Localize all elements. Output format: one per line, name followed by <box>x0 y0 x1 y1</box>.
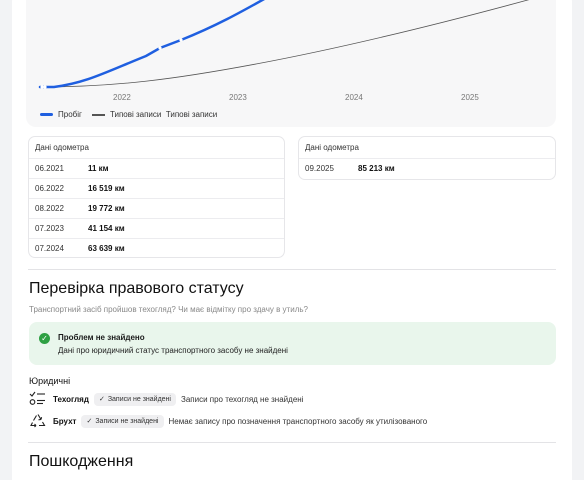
recycle-icon <box>30 414 46 428</box>
legend-item-mileage[interactable]: Пробіг <box>40 110 82 119</box>
odometer-row: 06.2022 16 519 км <box>29 178 284 198</box>
odometer-card-left: Дані одометра 06.2021 11 км 06.2022 16 519 … <box>28 136 285 258</box>
odometer-value: 16 519 км <box>88 184 125 193</box>
x-tick-label: 2023 <box>229 93 247 102</box>
legend-swatch-typical <box>91 113 105 116</box>
odometer-card-right: Дані одометра 09.2025 85 213 км <box>298 136 556 180</box>
odometer-header: Дані одометра <box>35 143 89 152</box>
x-tick-label: 2025 <box>461 93 479 102</box>
status-badge: ✓ Записи не знайдені <box>93 392 176 406</box>
mileage-point <box>158 46 162 50</box>
legal-item-description: Записи про техогляд не знайдені <box>180 394 304 404</box>
check-icon: ✓ <box>86 417 93 425</box>
odometer-row: 06.2021 11 км <box>29 158 284 178</box>
section-divider <box>28 442 556 443</box>
odometer-date: 06.2022 <box>35 184 64 193</box>
odometer-rows: 09.2025 85 213 км <box>299 158 555 178</box>
odometer-date: 07.2023 <box>35 224 64 233</box>
odometer-date: 09.2025 <box>305 164 334 173</box>
odometer-value: 85 213 км <box>358 164 395 173</box>
odometer-value: 19 772 км <box>88 204 125 213</box>
legal-item-name: Техогляд <box>53 394 89 404</box>
odometer-row: 07.2024 63 639 км <box>29 238 284 258</box>
odometer-rows: 06.2021 11 км 06.2022 16 519 км 08.2022 19 77… <box>29 158 284 258</box>
check-icon: ✓ <box>98 395 105 403</box>
odometer-date: 06.2021 <box>35 164 64 173</box>
mileage-point <box>43 85 47 89</box>
alert-text: Дані про юридичний статус транспортного … <box>58 346 288 355</box>
mileage-line <box>38 0 265 89</box>
odometer-header: Дані одометра <box>305 143 359 152</box>
legend-swatch-mileage <box>40 113 53 116</box>
check-circle-icon: ✓ <box>39 333 50 344</box>
legend-label-typical-2: Типові записи <box>165 110 218 119</box>
status-badge: ✓ Записи не знайдені <box>81 414 164 428</box>
odometer-date: 08.2022 <box>35 204 64 213</box>
page: 2022 2023 2024 2025 Пробіг Типові записи… <box>0 0 584 480</box>
x-tick-label: 2024 <box>345 93 363 102</box>
legal-status-title: Перевірка правового статусу <box>29 280 244 297</box>
odometer-value: 11 км <box>88 164 109 173</box>
legal-item-description: Немає запису про позначення транспортног… <box>168 416 428 426</box>
alert-title: Проблем не знайдено <box>58 333 145 342</box>
legend-label-typical: Типові записи <box>109 110 162 119</box>
checklist-icon <box>29 391 45 405</box>
legal-status-subtitle: Транспортний засіб пройшов техогляд? Чи … <box>29 305 308 314</box>
legend-item-typical[interactable]: Типові записи Типові записи <box>91 110 218 119</box>
legal-section-label: Юридичні <box>29 376 71 386</box>
x-tick-label: 2022 <box>113 93 131 102</box>
odometer-value: 63 639 км <box>88 244 125 253</box>
legal-item-inspection: Техогляд ✓ Записи не знайдені Записи про … <box>29 391 303 407</box>
chart-svg: 2022 2023 2024 2025 <box>38 0 530 102</box>
odometer-date: 07.2024 <box>35 244 64 253</box>
odometer-row: 09.2025 85 213 км <box>299 158 555 178</box>
typical-records-line <box>39 0 530 88</box>
status-badge-label: Записи не знайдені <box>95 417 159 425</box>
odometer-value: 41 154 км <box>88 224 125 233</box>
legal-item-scrap: Брухт ✓ Записи не знайдені Немає запису п… <box>29 413 427 429</box>
mileage-point <box>179 38 183 42</box>
section-divider <box>28 269 556 270</box>
no-problems-alert: ✓ Проблем не знайдено Дані про юридичний… <box>29 322 556 365</box>
chart-legend: Пробіг Типові записи Типові записи <box>40 110 227 119</box>
damage-title: Пошкодження <box>29 453 134 470</box>
odometer-row: 07.2023 41 154 км <box>29 218 284 238</box>
status-badge-label: Записи не знайдені <box>107 395 171 403</box>
mileage-point <box>40 85 44 89</box>
odometer-row: 08.2022 19 772 км <box>29 198 284 218</box>
legal-item-name: Брухт <box>53 416 77 426</box>
mileage-chart: 2022 2023 2024 2025 <box>26 0 556 127</box>
legend-label-mileage: Пробіг <box>58 110 82 119</box>
